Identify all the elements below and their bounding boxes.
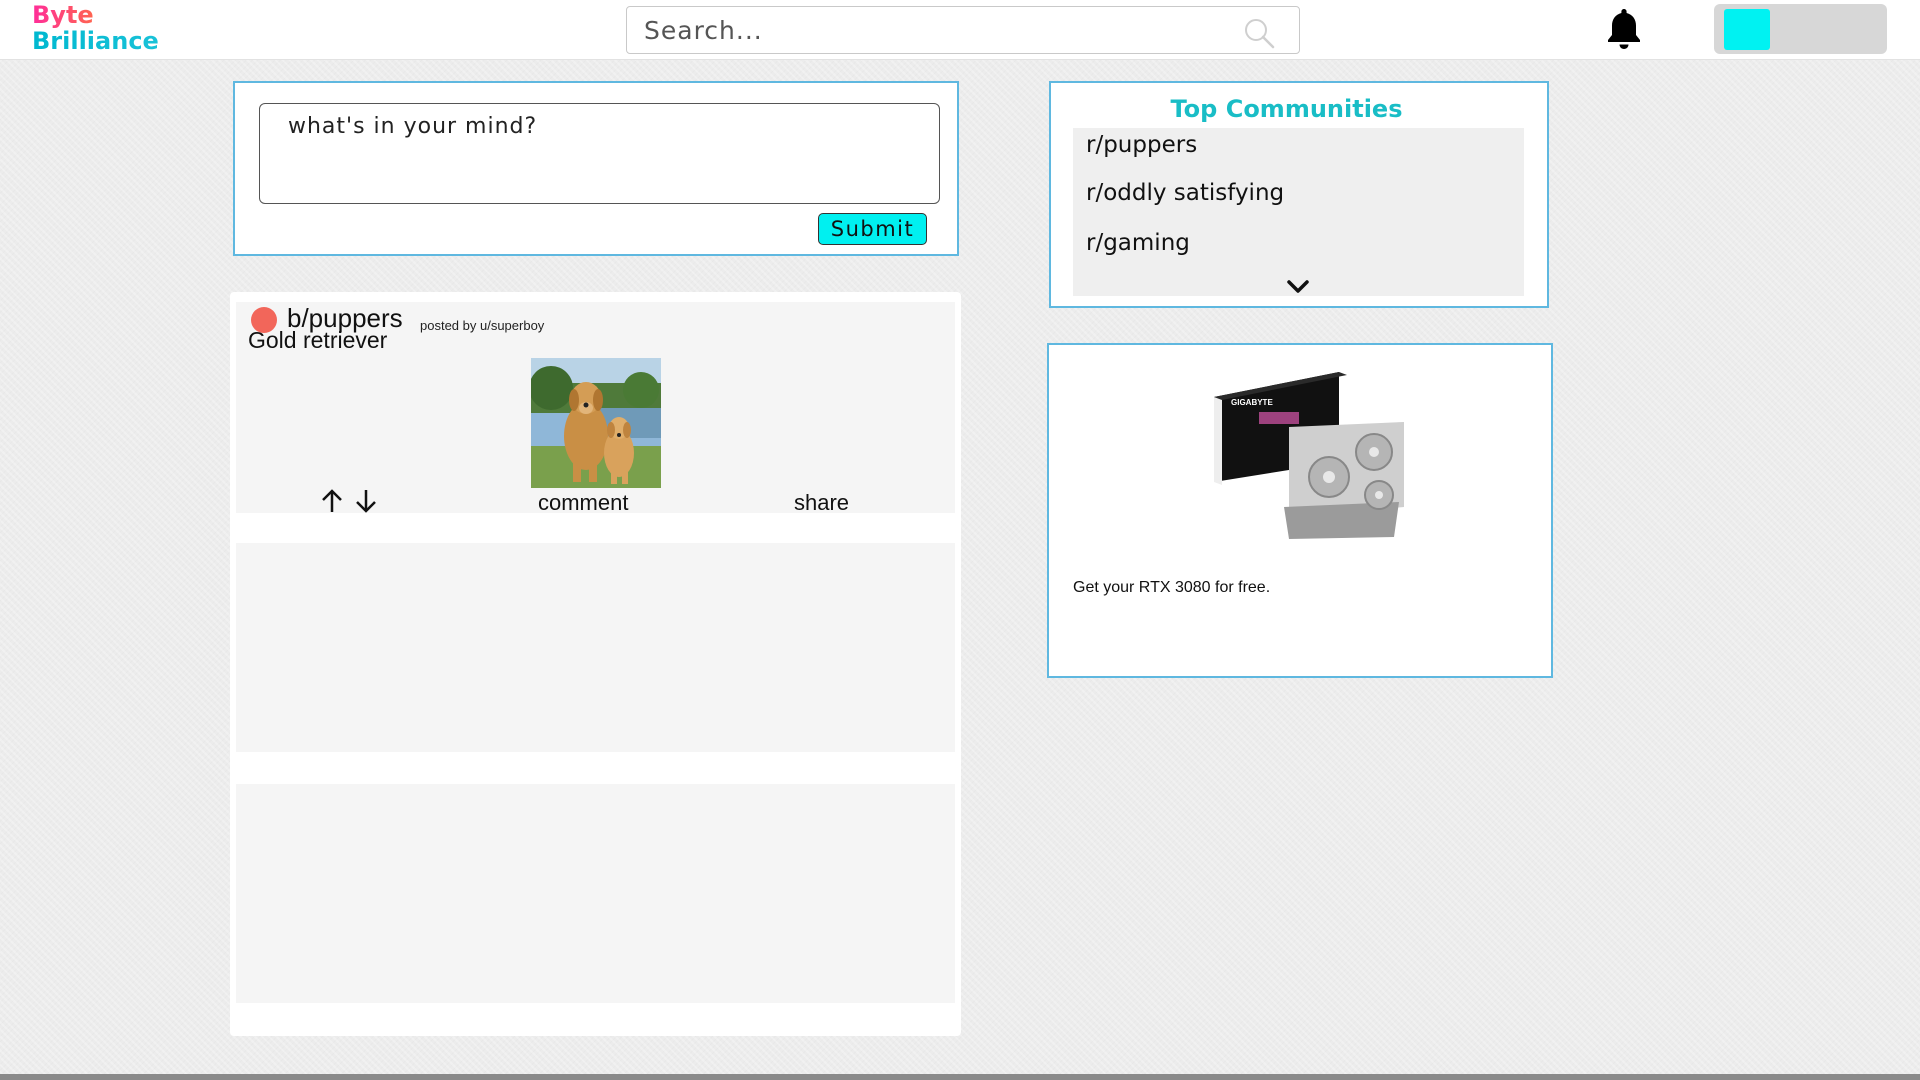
community-item[interactable]: r/gaming	[1086, 230, 1190, 256]
chevron-down-icon[interactable]	[1285, 278, 1311, 296]
post-image-dogs[interactable]	[531, 358, 661, 488]
search-input[interactable]	[627, 7, 1227, 53]
logo-line-1: Byte	[32, 2, 159, 28]
community-item[interactable]: r/puppers	[1086, 132, 1197, 158]
top-bar: Byte Brilliance	[0, 0, 1920, 60]
communities-list: r/puppers r/oddly satisfying r/gaming	[1073, 128, 1524, 296]
top-communities-panel: Top Communities r/puppers r/oddly satisf…	[1049, 81, 1549, 308]
post-card[interactable]: b/puppers posted by u/superboy Gold retr…	[236, 302, 955, 516]
advertisement[interactable]: GIGABYTE RTX Get your RTX 3080 for free.	[1047, 343, 1553, 678]
post-title[interactable]: Gold retriever	[248, 327, 387, 354]
graphics-card-image[interactable]: GIGABYTE RTX	[1209, 367, 1409, 542]
post-placeholder	[236, 543, 955, 752]
share-link[interactable]: share	[794, 490, 849, 516]
communities-title: Top Communities	[1170, 95, 1403, 123]
post-input[interactable]	[259, 103, 940, 204]
bottom-bar	[0, 1074, 1920, 1080]
search-icon[interactable]	[1241, 15, 1277, 51]
notification-bell-icon[interactable]	[1604, 6, 1644, 52]
ad-brand: GIGABYTE	[1231, 398, 1273, 407]
compose-box: Submit	[233, 81, 959, 256]
comment-link[interactable]: comment	[538, 490, 628, 516]
theme-toggle[interactable]	[1714, 4, 1887, 54]
community-item[interactable]: r/oddly satisfying	[1086, 180, 1284, 206]
post-feed: b/puppers posted by u/superboy Gold retr…	[230, 292, 961, 1036]
post-author: posted by u/superboy	[420, 318, 545, 333]
ad-text[interactable]: Get your RTX 3080 for free.	[1073, 579, 1270, 597]
search-bar	[626, 6, 1300, 54]
submit-button[interactable]: Submit	[818, 213, 927, 245]
logo[interactable]: Byte Brilliance	[32, 2, 159, 54]
downvote-arrow-icon[interactable]	[354, 488, 378, 514]
logo-line-2: Brilliance	[32, 27, 159, 55]
toggle-knob[interactable]	[1724, 9, 1770, 50]
post-placeholder	[236, 784, 955, 1003]
upvote-arrow-icon[interactable]	[320, 488, 344, 514]
